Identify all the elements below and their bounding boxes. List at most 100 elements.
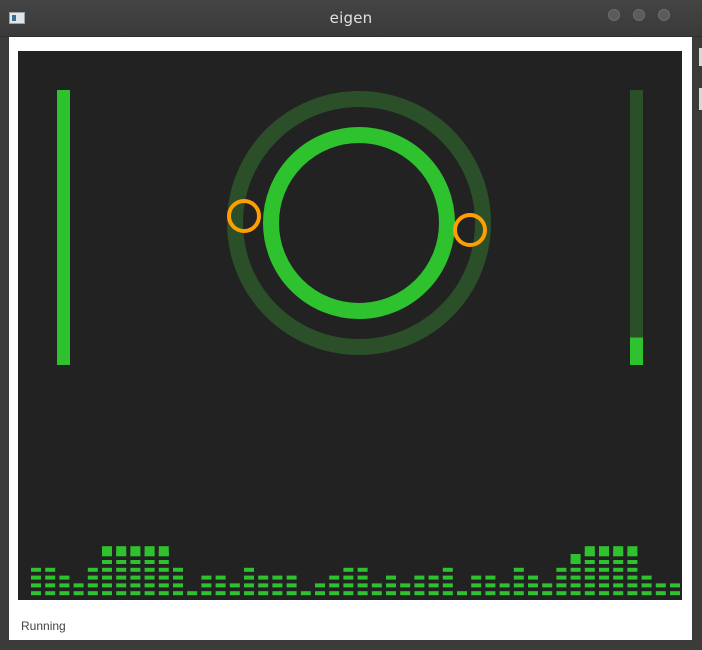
equalizer-segment [244, 575, 254, 580]
equalizer-segment [329, 583, 340, 588]
equalizer-segment [130, 575, 141, 580]
equalizer-segment [400, 583, 411, 588]
equalizer-segment [102, 567, 112, 572]
equalizer-segment [158, 567, 169, 572]
equalizer-segment [641, 591, 652, 596]
equalizer-segment [116, 583, 127, 588]
equalizer-segment [343, 583, 354, 588]
equalizer-segment [201, 591, 212, 596]
equalizer-segment [556, 567, 567, 572]
equalizer-segment [357, 583, 368, 588]
equalizer-segment [286, 583, 297, 588]
equalizer-segment [386, 583, 396, 588]
close-button[interactable] [658, 9, 670, 21]
equalizer-segment [244, 567, 254, 572]
equalizer-segment [570, 583, 581, 588]
equalizer-segment [599, 560, 609, 564]
equalizer-segment [215, 591, 226, 596]
equalizer-segment [357, 575, 368, 580]
equalizer-segment [102, 591, 112, 596]
equalizer-segment [513, 583, 524, 588]
equalizer-segment [31, 583, 41, 588]
equalizer-peak [584, 546, 595, 557]
equalizer-segment [229, 591, 240, 596]
status-text: Running [21, 619, 66, 633]
equalizer-segment [59, 583, 70, 588]
equalizer-segment [45, 583, 56, 588]
equalizer-segment [371, 583, 382, 588]
equalizer-segment [442, 591, 453, 596]
equalizer-peak [158, 546, 169, 557]
equalizer-segment [570, 567, 581, 572]
equalizer-segment [513, 575, 524, 580]
equalizer-segment [556, 575, 567, 580]
equalizer-segment [272, 591, 283, 596]
equalizer-segment [655, 583, 666, 588]
equalizer-segment [215, 575, 226, 580]
equalizer-segment [513, 591, 524, 596]
equalizer-segment [31, 575, 41, 580]
equalizer-segment [599, 575, 609, 580]
equalizer-segment [570, 591, 581, 596]
equalizer-segment [499, 583, 510, 588]
equalizer-segment [258, 583, 269, 588]
equalizer-segment [485, 583, 496, 588]
equalizer-segment [173, 567, 183, 572]
equalizer-segment [670, 591, 680, 596]
minimize-button[interactable] [608, 9, 620, 21]
left-level-meter-fill [57, 90, 70, 365]
equalizer-segment [87, 567, 98, 572]
equalizer-segment [428, 575, 439, 580]
equalizer-segment [528, 583, 538, 588]
equalizer-segment [613, 560, 624, 564]
equalizer-segment [116, 575, 127, 580]
equalizer-segment [400, 591, 411, 596]
equalizer-segment [357, 591, 368, 596]
equalizer-peak [613, 546, 624, 557]
visualizer-svg [31, 90, 702, 596]
equalizer-segment [244, 591, 254, 596]
equalizer-segment [485, 591, 496, 596]
maximize-button[interactable] [633, 9, 645, 21]
equalizer-segment [87, 591, 98, 596]
equalizer-segment [173, 591, 183, 596]
equalizer-segment [272, 583, 283, 588]
window-title: eigen [329, 9, 373, 27]
equalizer-segment [584, 575, 595, 580]
equalizer-segment [45, 591, 56, 596]
equalizer-segment [102, 583, 112, 588]
equalizer-segment [542, 591, 553, 596]
equalizer-segment [655, 591, 666, 596]
equalizer-segment [371, 591, 382, 596]
inner-ring [263, 127, 455, 319]
equalizer-segment [130, 591, 141, 596]
equalizer-segment [414, 575, 425, 580]
equalizer-segment [229, 583, 240, 588]
equalizer-segment [556, 591, 567, 596]
equalizer-segment [343, 575, 354, 580]
equalizer-segment [599, 583, 609, 588]
equalizer-segment [442, 567, 453, 572]
equalizer-segment [542, 583, 553, 588]
equalizer-segment [215, 583, 226, 588]
equalizer-segment [158, 575, 169, 580]
equalizer-peak [627, 546, 638, 557]
equalizer-segment [613, 567, 624, 572]
equalizer-segment [158, 591, 169, 596]
title-bar[interactable]: eigen [0, 0, 702, 37]
equalizer-segment [613, 591, 624, 596]
equalizer-segment [45, 575, 56, 580]
equalizer-segment [102, 560, 112, 564]
equalizer-segment [428, 583, 439, 588]
equalizer-segment [556, 583, 567, 588]
equalizer-segment [584, 560, 595, 564]
app-window: eigen Running [0, 0, 702, 650]
equalizer-segment [343, 567, 354, 572]
equalizer-segment [87, 583, 98, 588]
equalizer-segment [286, 591, 297, 596]
equalizer-segment [357, 567, 368, 572]
equalizer-segment [471, 591, 482, 596]
equalizer [31, 546, 702, 596]
equalizer-segment [144, 560, 155, 564]
equalizer-segment [87, 575, 98, 580]
